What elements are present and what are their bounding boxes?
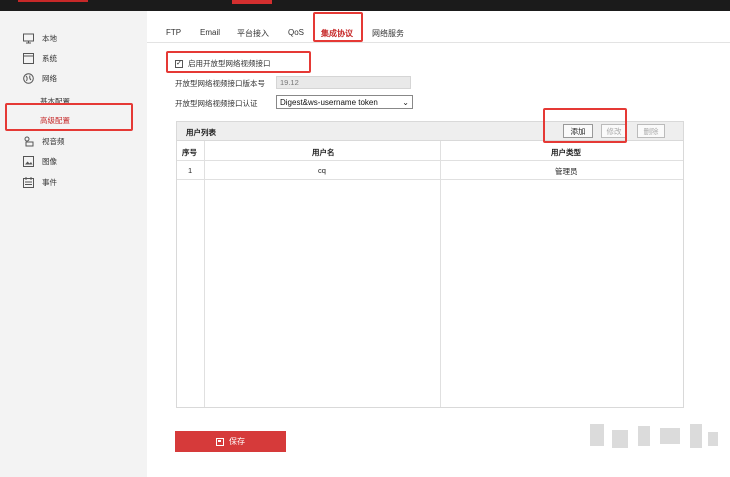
tab-network-service[interactable]: 网络服务 xyxy=(372,28,404,39)
calendar-icon xyxy=(22,176,34,188)
row-divider xyxy=(177,160,683,161)
tab-qos[interactable]: QoS xyxy=(288,28,304,37)
brand-logo xyxy=(18,0,88,2)
highlight-box-enable-checkbox xyxy=(166,51,311,73)
sidebar-item-audio-video[interactable]: 视音频 xyxy=(22,134,65,148)
user-list-title: 用户列表 xyxy=(186,128,216,137)
sidebar-item-label: 事件 xyxy=(42,177,57,187)
sidebar-item-image[interactable]: 图像 xyxy=(22,154,57,168)
sidebar-item-system[interactable]: 系统 xyxy=(22,51,57,65)
sidebar-item-label: 图像 xyxy=(42,156,57,166)
save-button[interactable]: 保存 xyxy=(175,431,286,452)
column-header-username: 用户名 xyxy=(312,148,335,157)
table-cell-user-type[interactable]: 管理员 xyxy=(555,166,578,177)
sidebar-item-label: 网络 xyxy=(42,73,57,83)
auth-select[interactable]: Digest&ws-username token ⌄ xyxy=(276,95,413,109)
audio-video-icon xyxy=(22,135,34,147)
highlight-box-integration-tab xyxy=(313,12,363,42)
table-cell-username[interactable]: cq xyxy=(318,166,326,175)
image-icon xyxy=(22,155,34,167)
version-field: 19.12 xyxy=(276,76,411,89)
sidebar-item-label: 系统 xyxy=(42,53,57,63)
watermark xyxy=(590,424,720,454)
globe-icon xyxy=(22,72,34,84)
tab-bar: FTP Email 平台接入 QoS 集成协议 网络服务 xyxy=(147,11,730,43)
sidebar: 本地 系统 网络 基本配置 高级配置 视音频 图像 事件 xyxy=(0,11,147,477)
highlight-box-add-button xyxy=(543,108,627,143)
row-divider xyxy=(177,179,683,180)
tab-platform-access[interactable]: 平台接入 xyxy=(237,28,269,39)
column-header-no: 序号 xyxy=(182,148,197,157)
auth-select-value: Digest&ws-username token xyxy=(280,97,378,107)
column-divider xyxy=(440,141,441,407)
tab-ftp[interactable]: FTP xyxy=(166,28,181,37)
version-label: 开放型网络视频接口版本号 xyxy=(175,79,265,88)
monitor-icon xyxy=(22,32,34,44)
delete-user-button[interactable]: 删除 xyxy=(637,124,665,138)
top-bar xyxy=(0,0,730,11)
user-table: 序号 用户名 用户类型 1 cq 管理员 xyxy=(177,141,683,407)
highlight-box-advanced-config xyxy=(5,103,133,131)
tab-email[interactable]: Email xyxy=(200,28,220,37)
column-divider xyxy=(204,141,205,407)
sidebar-item-label: 本地 xyxy=(42,33,57,43)
save-button-label: 保存 xyxy=(229,437,245,446)
auth-label: 开放型网络视频接口认证 xyxy=(175,99,258,108)
main-content: FTP Email 平台接入 QoS 集成协议 网络服务 ✓ 启用开放型网络视频… xyxy=(147,11,730,477)
save-icon xyxy=(216,437,224,446)
chevron-down-icon: ⌄ xyxy=(402,97,409,107)
table-cell-no[interactable]: 1 xyxy=(188,166,192,175)
sidebar-item-event[interactable]: 事件 xyxy=(22,175,57,189)
sidebar-item-local[interactable]: 本地 xyxy=(22,31,57,45)
sidebar-item-network[interactable]: 网络 xyxy=(22,71,57,85)
system-window-icon xyxy=(22,52,34,64)
user-list-panel: 用户列表 添加 修改 删除 序号 用户名 用户类型 1 cq 管理员 xyxy=(176,121,684,408)
column-header-user-type: 用户类型 xyxy=(551,148,581,157)
active-top-menu-indicator xyxy=(232,0,272,4)
sidebar-item-label: 视音频 xyxy=(42,136,65,146)
